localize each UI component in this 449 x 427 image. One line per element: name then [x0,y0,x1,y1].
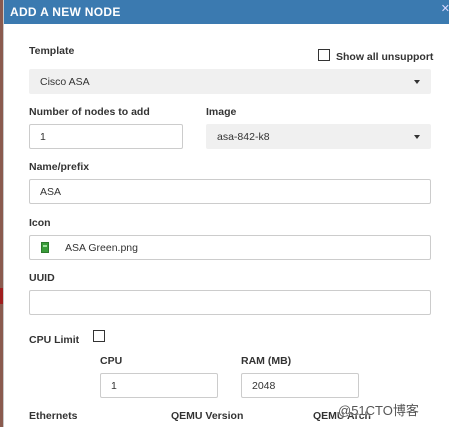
add-node-dialog: ADD A NEW NODE ✕ Template Show all unsup… [3,0,449,427]
icon-label: Icon [29,217,51,229]
ram-label: RAM (MB) [241,355,292,367]
dialog-header: ADD A NEW NODE ✕ [4,0,449,24]
ram-value: 2048 [252,380,276,392]
close-icon[interactable]: ✕ [441,2,449,15]
nodes-count-input[interactable]: 1 [29,124,183,149]
show-all-unsupported-label: Show all unsupport [336,51,434,63]
cpu-label: CPU [100,355,123,367]
name-prefix-input[interactable]: ASA [29,179,431,204]
name-prefix-value: ASA [40,186,62,198]
icon-select-value: ASA Green.png [65,242,138,254]
uuid-input[interactable] [29,290,431,315]
cpu-limit-label: CPU Limit [29,334,80,346]
template-select-value: Cisco ASA [40,76,90,88]
qemu-version-label: QEMU Version [171,410,244,422]
image-select[interactable]: asa-842-k8 [206,124,431,149]
template-select[interactable]: Cisco ASA [29,69,431,94]
name-prefix-label: Name/prefix [29,161,90,173]
nodes-count-label: Number of nodes to add [29,106,150,118]
image-select-value: asa-842-k8 [217,131,270,143]
image-label: Image [206,106,237,118]
chevron-down-icon [414,135,420,139]
dialog-title: ADD A NEW NODE [10,5,121,19]
template-label: Template [29,45,75,57]
ethernets-label: Ethernets [29,410,78,422]
chevron-down-icon [414,80,420,84]
nodes-count-value: 1 [40,131,46,143]
watermark: @51CTO博客 [338,403,419,418]
cpu-input[interactable]: 1 [100,373,218,398]
cpu-value: 1 [111,380,117,392]
ram-input[interactable]: 2048 [241,373,359,398]
cpu-limit-checkbox[interactable] [93,330,105,342]
uuid-label: UUID [29,272,55,284]
asa-green-icon [41,242,49,253]
icon-select[interactable]: ASA Green.png [29,235,431,260]
show-all-unsupported-checkbox[interactable] [318,49,330,61]
